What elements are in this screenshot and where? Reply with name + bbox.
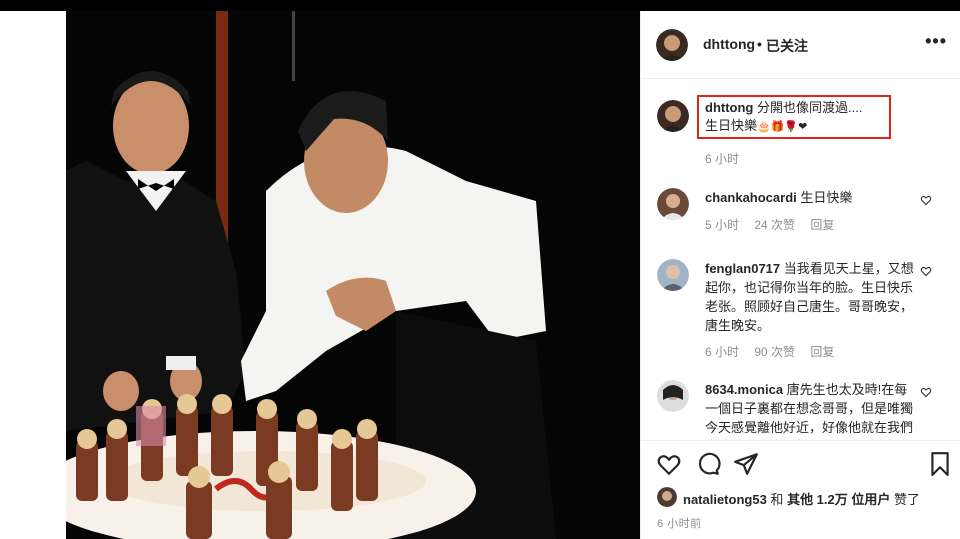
comment-icon[interactable] xyxy=(695,451,721,477)
likes-others[interactable]: 其他 1.2万 位用户 xyxy=(787,492,890,507)
reply-button[interactable]: 回复 xyxy=(810,345,834,359)
action-bar: natalietong53 和 其他 1.2万 位用户 赞了 6 小时前 xyxy=(641,440,960,539)
comment-meta: 6 小时 90 次赞 回复 xyxy=(705,343,846,360)
author-username[interactable]: dhttong xyxy=(703,36,755,52)
top-black-strip xyxy=(0,0,960,11)
heart-icon[interactable] xyxy=(920,194,932,206)
liker-avatar[interactable] xyxy=(657,487,677,507)
liker-username[interactable]: natalietong53 xyxy=(683,492,767,507)
likes-and: 和 xyxy=(770,492,784,507)
post-photo-art xyxy=(66,11,640,539)
comment-text: 8634.monica 唐先生也太及時!在每一個日子裏都在想念哥哥，但是唯獨今天… xyxy=(705,380,915,440)
comment-username[interactable]: chankahocardi xyxy=(705,190,797,205)
share-icon[interactable] xyxy=(733,451,759,477)
comment-time: 5 小时 xyxy=(705,218,740,232)
comment-body: 生日快樂 xyxy=(800,190,853,205)
commenter-avatar[interactable] xyxy=(657,188,689,220)
highlight-box xyxy=(697,95,891,139)
comment-text: chankahocardi 生日快樂 xyxy=(705,188,915,207)
comment-likes[interactable]: 24 次赞 xyxy=(754,218,795,232)
caption-time: 6 小时 xyxy=(705,152,740,166)
likes-suffix: 赞了 xyxy=(893,492,920,507)
comment-time: 6 小时 xyxy=(705,345,740,359)
comments-list[interactable]: dhttong 分開也像同渡過.... 生日快樂🎂🎁🌹❤ 6 小时 chanka… xyxy=(641,80,960,440)
caption-avatar[interactable] xyxy=(657,100,689,132)
post-time[interactable]: 6 小时前 xyxy=(657,515,702,531)
comment-username[interactable]: 8634.monica xyxy=(705,382,783,397)
post-side-panel: dhttong • 已关注 ••• dhttong 分開也像同渡過.... 生日… xyxy=(640,11,960,539)
heart-icon[interactable] xyxy=(920,265,932,277)
bookmark-icon[interactable] xyxy=(927,451,953,477)
likes-text: natalietong53 和 其他 1.2万 位用户 赞了 xyxy=(683,489,920,508)
post-header: dhttong • 已关注 ••• xyxy=(641,11,960,79)
separator-dot: • xyxy=(757,36,762,52)
commenter-avatar[interactable] xyxy=(657,380,689,412)
heart-icon[interactable] xyxy=(920,386,932,398)
follow-status-button[interactable]: 已关注 xyxy=(766,36,808,56)
post-photo[interactable] xyxy=(66,11,640,539)
comment-text: fenglan0717 当我看见天上星，又想起你，也记得你当年的脸。生日快乐老张… xyxy=(705,259,915,335)
heart-icon[interactable] xyxy=(656,451,682,477)
comment-likes[interactable]: 90 次赞 xyxy=(754,345,795,359)
reply-button[interactable]: 回复 xyxy=(810,218,834,232)
more-icon[interactable]: ••• xyxy=(925,31,947,52)
commenter-avatar[interactable] xyxy=(657,259,689,291)
author-avatar[interactable] xyxy=(656,29,688,61)
comment-meta: 5 小时 24 次赞 回复 xyxy=(705,216,846,233)
comment-username[interactable]: fenglan0717 xyxy=(705,261,780,276)
